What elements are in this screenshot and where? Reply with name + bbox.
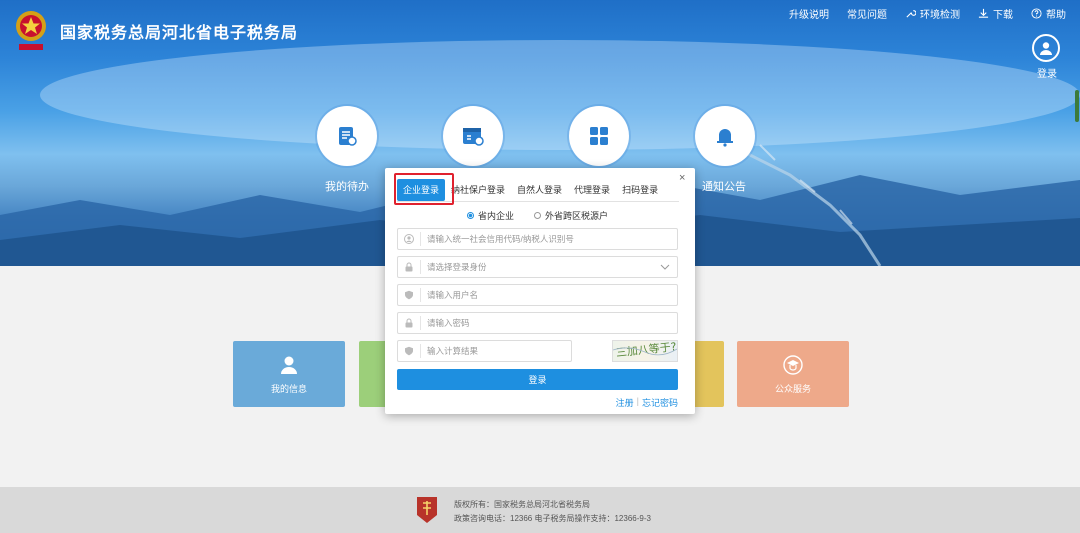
grid-apps-icon	[590, 127, 608, 145]
captcha-image[interactable]: 三加八等于?	[612, 339, 678, 362]
captcha-field	[397, 340, 572, 362]
field-divider	[420, 260, 421, 274]
register-link[interactable]: 注册	[616, 396, 634, 409]
svg-text:三加八等于?: 三加八等于?	[615, 341, 677, 359]
captcha-input[interactable]	[427, 346, 571, 356]
shield-icon	[398, 285, 420, 305]
footer-copyright: 版权所有：国家税务总局河北省税务局	[454, 500, 590, 509]
login-submit-button[interactable]: 登录	[397, 369, 678, 390]
captcha-picture: 三加八等于?	[612, 339, 677, 359]
feature-my-todo[interactable]	[317, 106, 377, 166]
username-input[interactable]	[427, 290, 677, 300]
field-divider	[420, 316, 421, 330]
tab-qrcode-login[interactable]: 扫码登录	[616, 179, 664, 201]
login-tabs: 企业登录 纳社保户登录 自然人登录 代理登录 扫码登录	[397, 178, 679, 202]
login-link[interactable]: 登录	[1037, 65, 1057, 80]
tab-enterprise-login[interactable]: 企业登录	[397, 178, 446, 201]
close-icon[interactable]: ×	[679, 172, 685, 184]
username-field	[397, 284, 678, 306]
field-divider	[420, 288, 421, 302]
tab-social-security-login[interactable]: 纳社保户登录	[445, 179, 511, 201]
radio-dot-selected	[467, 212, 474, 219]
radio-in-province[interactable]: 省内企业	[467, 209, 514, 222]
credit-code-input[interactable]	[427, 234, 677, 244]
field-divider	[420, 344, 421, 358]
help-icon	[1031, 8, 1042, 19]
nav-upgrade-notes[interactable]: 升级说明	[789, 6, 829, 21]
feature-calendar[interactable]	[443, 106, 503, 166]
hebei-tax-logo-icon	[417, 497, 437, 523]
tile-yellow[interactable]	[692, 341, 724, 407]
identity-select-input[interactable]	[427, 262, 653, 272]
radio-dot	[534, 212, 542, 219]
field-divider	[420, 232, 421, 246]
tax-emblem-icon	[16, 11, 46, 50]
nav-env-check[interactable]: 环境检测	[905, 6, 960, 21]
user-login-button[interactable]	[1032, 34, 1060, 62]
footer: 版权所有：国家税务总局河北省税务局 政策咨询电话：12366 电子税务局操作支持…	[0, 487, 1080, 533]
feature-label-my-todo: 我的待办	[325, 181, 369, 193]
tile-public-service[interactable]: 公众服务	[737, 341, 849, 407]
download-icon	[978, 8, 989, 18]
bell-icon	[717, 129, 733, 147]
feature-label-notices: 通知公告	[702, 181, 746, 193]
site-title: 国家税务总局河北省电子税务局	[60, 25, 299, 42]
region-radio-group: 省内企业 外省跨区税源户	[467, 209, 608, 222]
feature-apps[interactable]	[569, 106, 629, 166]
tab-individual-login[interactable]: 自然人登录	[511, 179, 568, 201]
password-input[interactable]	[427, 318, 677, 328]
link-separator: |	[636, 396, 639, 406]
dialog-links: 注册 | 忘记密码	[616, 396, 678, 409]
todo-doc-icon	[339, 127, 357, 146]
radio-out-province[interactable]: 外省跨区税源户	[534, 209, 608, 222]
login-dialog: × 企业登录 纳社保户登录 自然人登录 代理登录 扫码登录 省内企业 外省跨区税…	[385, 168, 695, 414]
nav-faq[interactable]: 常见问题	[847, 6, 887, 21]
tile-label-public-service: 公众服务	[774, 383, 811, 394]
top-nav: 升级说明 常见问题 环境检测 下载 帮助	[789, 6, 1066, 21]
person-icon	[281, 356, 297, 374]
tile-label-my-info: 我的信息	[270, 383, 307, 394]
tab-agent-login[interactable]: 代理登录	[568, 179, 616, 201]
shield-icon	[398, 341, 420, 361]
user-circle-icon	[1040, 42, 1052, 55]
user-icon	[398, 229, 420, 249]
credit-code-field	[397, 228, 678, 250]
lock-icon	[398, 313, 420, 333]
footer-contact: 政策咨询电话：12366 电子税务局操作支持：12366-9-3	[454, 514, 651, 523]
feature-notices[interactable]	[695, 106, 755, 166]
tile-my-info[interactable]: 我的信息	[233, 341, 345, 407]
scroll-indicator[interactable]	[1075, 90, 1079, 122]
graduate-icon	[783, 354, 803, 375]
calendar-icon	[463, 128, 484, 146]
wrench-icon	[906, 10, 916, 18]
password-field	[397, 312, 678, 334]
chevron-down-icon[interactable]	[653, 257, 677, 277]
identity-select[interactable]	[397, 256, 678, 278]
forgot-password-link[interactable]: 忘记密码	[642, 396, 678, 409]
nav-help[interactable]: 帮助	[1031, 6, 1066, 21]
lock-icon	[398, 257, 420, 277]
nav-download[interactable]: 下载	[978, 6, 1013, 21]
